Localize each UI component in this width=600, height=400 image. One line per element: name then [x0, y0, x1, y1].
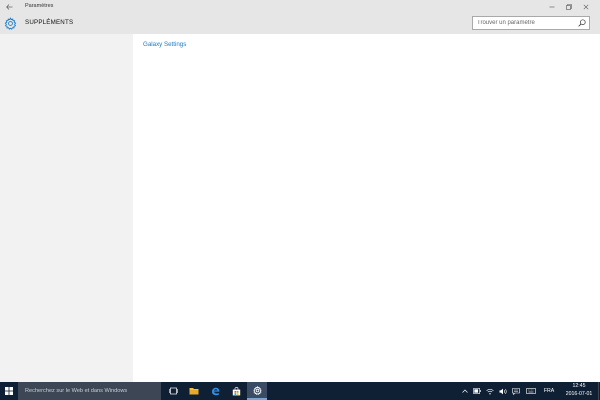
- window-title: Paramètres: [25, 3, 54, 9]
- galaxy-settings-link[interactable]: Galaxy Settings: [143, 41, 186, 48]
- file-explorer-icon: [189, 388, 199, 395]
- settings-taskbar-button[interactable]: [247, 382, 267, 400]
- clock-date: 2016-07-01: [565, 390, 593, 397]
- taskbar: Recherchez sur le Web et dans Windows FR…: [0, 382, 600, 400]
- back-arrow-icon: [5, 3, 12, 10]
- language-indicator: FRA: [543, 388, 555, 394]
- clock[interactable]: 12:45 2016-07-01: [563, 383, 595, 398]
- show-desktop-button[interactable]: [596, 382, 600, 400]
- show-hidden-icons-button[interactable]: [460, 382, 470, 400]
- battery-button[interactable]: [472, 382, 482, 400]
- task-view-icon: [168, 387, 178, 395]
- system-tray: FRA 12:45 2016-07-01: [460, 382, 600, 400]
- page-header: SUPPLÉMENTS: [0, 13, 600, 34]
- restore-button[interactable]: [560, 0, 577, 13]
- battery-icon: [473, 388, 481, 394]
- close-button[interactable]: [577, 0, 594, 13]
- minimize-button[interactable]: [543, 0, 560, 13]
- content-area: Galaxy Settings: [133, 34, 600, 382]
- page-title: SUPPLÉMENTS: [25, 19, 74, 26]
- clock-time: 12:45: [572, 383, 586, 389]
- back-button[interactable]: [4, 1, 14, 12]
- close-icon: [583, 4, 588, 9]
- volume-icon: [499, 388, 507, 394]
- edge-icon: [211, 387, 219, 395]
- minimize-icon: [549, 6, 554, 7]
- search-icon[interactable]: [578, 19, 586, 27]
- restore-icon: [565, 3, 572, 10]
- keyboard-icon: [525, 388, 536, 394]
- wifi-icon: [486, 388, 494, 394]
- start-button[interactable]: [0, 382, 18, 400]
- store-icon: [232, 386, 240, 395]
- store-button[interactable]: [226, 382, 246, 400]
- title-bar[interactable]: Paramètres: [0, 0, 600, 13]
- network-button[interactable]: [485, 382, 495, 400]
- volume-button[interactable]: [498, 382, 508, 400]
- input-language-button[interactable]: FRA: [540, 382, 558, 400]
- settings-window: Paramètres SUPPLÉMENTS Trouver un paramè…: [0, 0, 600, 382]
- action-center-button[interactable]: [511, 382, 521, 400]
- touch-keyboard-button[interactable]: [524, 382, 537, 400]
- notification-icon: [512, 387, 520, 395]
- taskbar-search-box[interactable]: Recherchez sur le Web et dans Windows: [18, 382, 161, 400]
- window-controls: [543, 0, 594, 13]
- taskbar-search-placeholder: Recherchez sur le Web et dans Windows: [25, 388, 128, 394]
- show-desktop-divider: [597, 382, 599, 400]
- gear-icon: [4, 17, 17, 30]
- settings-search-box[interactable]: [472, 16, 590, 30]
- edge-button[interactable]: [205, 382, 225, 400]
- navigation-pane: [0, 34, 133, 382]
- chevron-up-icon: [462, 389, 468, 393]
- task-view-button[interactable]: [163, 382, 183, 400]
- search-input[interactable]: [473, 17, 573, 29]
- file-explorer-button[interactable]: [184, 382, 204, 400]
- settings-icon: [252, 385, 262, 395]
- windows-logo-icon: [5, 387, 13, 395]
